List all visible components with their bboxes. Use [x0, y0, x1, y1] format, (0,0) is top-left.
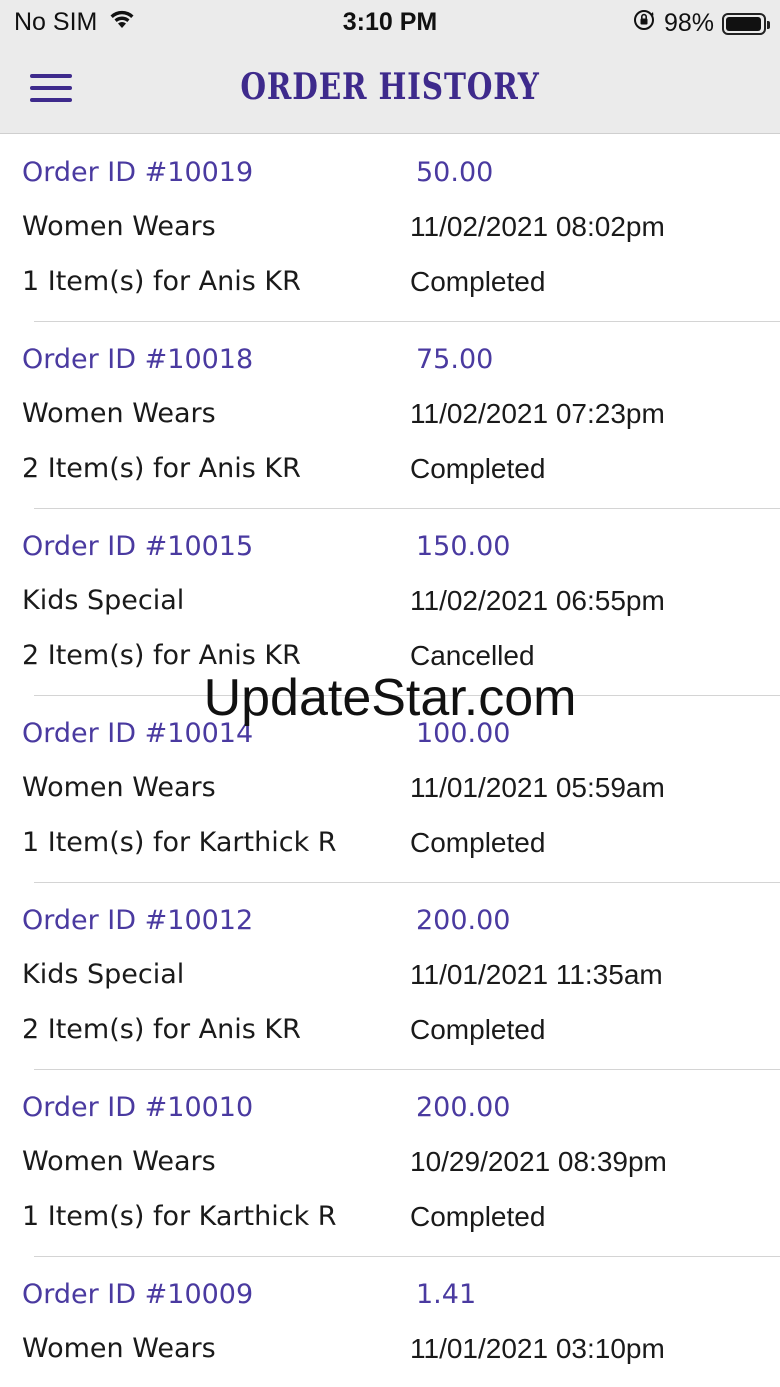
order-date: 11/01/2021 05:59am [410, 772, 665, 803]
navigation-bar: ORDER HISTORY [0, 44, 780, 134]
order-amount: 100.00 [416, 718, 511, 749]
order-list-item[interactable]: Order ID #10012 200.00 Kids Special 11/0… [0, 883, 780, 1070]
order-amount: 1.41 [416, 1279, 477, 1310]
order-category: Women Wears [22, 1146, 216, 1177]
battery-percent: 98% [663, 9, 714, 37]
order-list-item[interactable]: Order ID #10014 100.00 Women Wears 11/01… [0, 696, 780, 883]
order-date: 11/02/2021 06:55pm [410, 585, 665, 616]
order-date: 11/01/2021 11:35am [410, 959, 663, 990]
order-id: Order ID #10014 [22, 718, 254, 749]
battery-fill [726, 16, 762, 31]
status-left: No SIM [14, 8, 137, 37]
order-category: Kids Special [22, 585, 185, 616]
carrier-label: No SIM [14, 8, 98, 36]
order-amount: 150.00 [416, 531, 511, 562]
wifi-icon [107, 8, 137, 37]
order-id: Order ID #10010 [22, 1092, 254, 1123]
order-items: 2 Item(s) for Anis KR [22, 640, 301, 671]
order-category: Kids Special [22, 959, 185, 990]
order-status: Completed [410, 827, 546, 858]
menu-line [30, 86, 72, 90]
order-category: Women Wears [22, 211, 216, 242]
order-amount: 50.00 [416, 157, 494, 188]
order-list-item[interactable]: Order ID #10015 150.00 Kids Special 11/0… [0, 509, 780, 696]
order-list-item[interactable]: Order ID #10010 200.00 Women Wears 10/29… [0, 1070, 780, 1257]
order-date: 11/01/2021 03:10pm [410, 1333, 665, 1364]
order-status: Completed [410, 266, 546, 297]
order-list-item[interactable]: Order ID #10009 1.41 Women Wears 11/01/2… [0, 1257, 780, 1387]
order-amount: 200.00 [416, 1092, 511, 1123]
menu-line [30, 74, 72, 78]
order-items: 2 Item(s) for Anis KR [22, 453, 301, 484]
order-status: Completed [410, 1014, 546, 1045]
order-list: Order ID #10019 50.00 Women Wears 11/02/… [0, 135, 780, 1387]
order-amount: 200.00 [416, 905, 511, 936]
order-category: Women Wears [22, 398, 216, 429]
menu-line [30, 98, 72, 102]
order-history-screen: No SIM 3:10 PM 98% ORDER HISTORY Order I… [0, 0, 780, 1387]
order-date: 11/02/2021 07:23pm [410, 398, 665, 429]
status-bar: No SIM 3:10 PM 98% [0, 0, 780, 44]
order-category: Women Wears [22, 1333, 216, 1364]
order-id: Order ID #10018 [22, 344, 254, 375]
status-right: 98% [632, 8, 770, 39]
order-id: Order ID #10019 [22, 157, 254, 188]
order-amount: 75.00 [416, 344, 494, 375]
order-items: 2 Item(s) for Anis KR [22, 1014, 301, 1045]
order-status: Completed [410, 453, 546, 484]
order-date: 10/29/2021 08:39pm [410, 1146, 667, 1177]
order-items: 1 Item(s) for Karthick R [22, 827, 337, 858]
order-status: Cancelled [410, 640, 535, 671]
order-category: Women Wears [22, 772, 216, 803]
order-list-item[interactable]: Order ID #10019 50.00 Women Wears 11/02/… [0, 135, 780, 322]
order-items: 1 Item(s) for Karthick R [22, 1201, 337, 1232]
battery-icon [722, 12, 770, 35]
order-id: Order ID #10009 [22, 1279, 254, 1310]
order-date: 11/02/2021 08:02pm [410, 211, 665, 242]
order-id: Order ID #10015 [22, 531, 254, 562]
order-id: Order ID #10012 [22, 905, 254, 936]
battery-cap [767, 20, 770, 29]
page-title: ORDER HISTORY [240, 66, 540, 108]
order-list-item[interactable]: Order ID #10018 75.00 Women Wears 11/02/… [0, 322, 780, 509]
order-status: Completed [410, 1201, 546, 1232]
orientation-lock-icon [632, 8, 656, 39]
order-items: 1 Item(s) for Anis KR [22, 266, 301, 297]
